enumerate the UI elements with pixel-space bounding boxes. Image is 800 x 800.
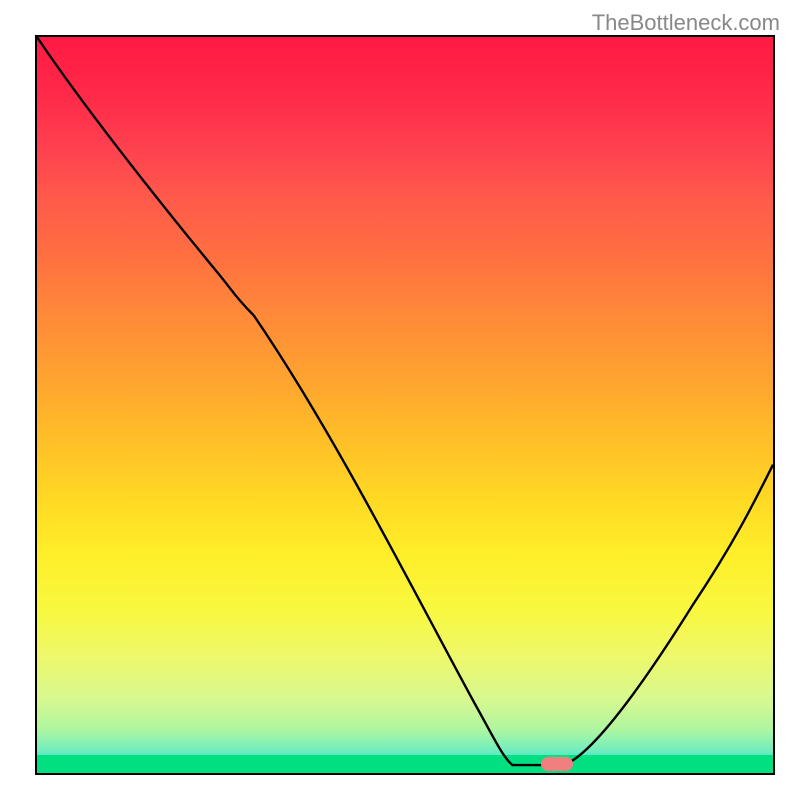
optimal-marker [541,757,573,771]
bottleneck-curve-path [37,37,773,765]
watermark-text: TheBottleneck.com [592,10,780,36]
plot-area [35,35,775,775]
line-series [37,37,773,773]
chart-container: TheBottleneck.com [0,0,800,800]
